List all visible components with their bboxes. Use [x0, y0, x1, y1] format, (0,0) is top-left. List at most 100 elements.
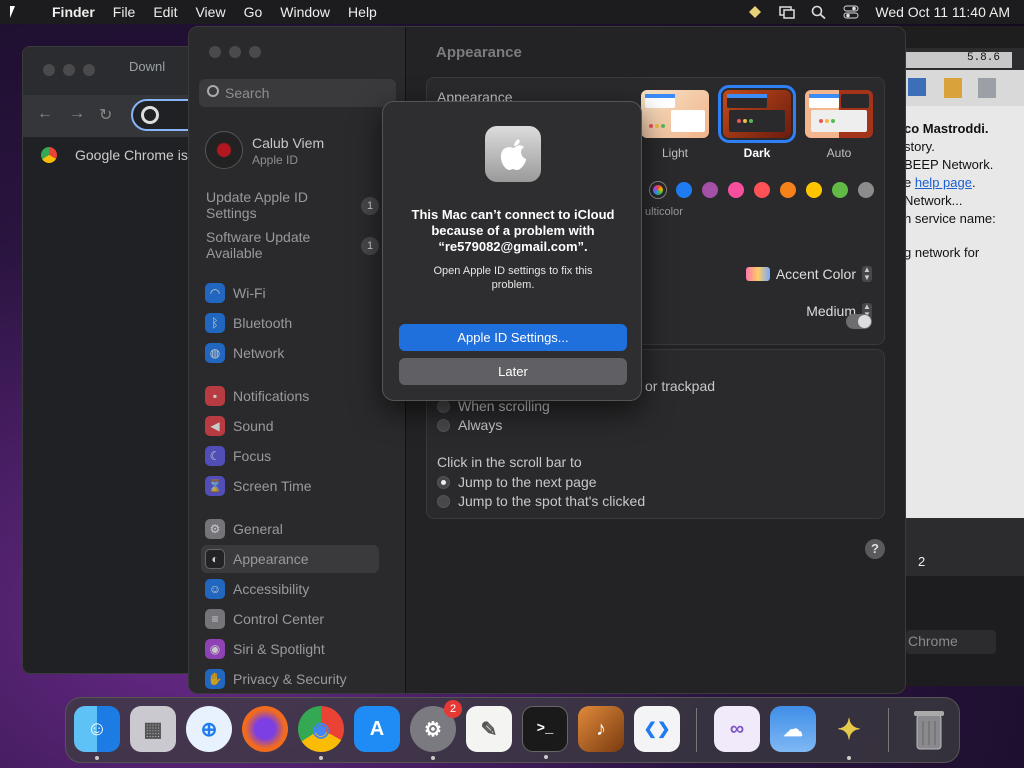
close-window-button[interactable]: [209, 46, 221, 58]
running-indicator: [847, 756, 851, 760]
minimize-window-button[interactable]: [229, 46, 241, 58]
back-arrow-icon[interactable]: ←: [37, 105, 53, 123]
launchpad-dock-icon[interactable]: ▦: [130, 706, 176, 752]
sidebar-item-wifi[interactable]: ◠ Wi-Fi: [201, 279, 379, 307]
help-button[interactable]: ?: [865, 539, 885, 559]
radio-button[interactable]: [437, 399, 450, 413]
sidebar-item-label: Control Center: [233, 611, 325, 627]
software-update-notice[interactable]: Software Update Available 1: [206, 229, 391, 261]
zoom-window-button[interactable]: [249, 46, 261, 58]
notice-label: Software Update Available: [206, 229, 311, 261]
menu-clock[interactable]: Wed Oct 11 11:40 AM: [875, 4, 1010, 20]
radio-button[interactable]: [437, 494, 450, 508]
chrome-dock-icon[interactable]: ◉: [298, 706, 344, 760]
sidebar-item-general[interactable]: ⚙ General: [201, 515, 379, 543]
trash-dock-icon[interactable]: [906, 706, 952, 752]
terminal-dock-icon[interactable]: >_: [522, 706, 568, 759]
sidebar-item-notifications[interactable]: ▪ Notifications: [201, 382, 379, 410]
menu-file[interactable]: File: [113, 4, 136, 20]
highlight-color-value: Accent Color: [775, 266, 856, 282]
radio-label: Always: [458, 417, 503, 433]
system-settings-dock-icon[interactable]: ⚙ 2: [410, 700, 462, 760]
accent-purple-swatch[interactable]: [702, 182, 718, 198]
accent-yellow-swatch[interactable]: [806, 182, 822, 198]
alert-title: This Mac can’t connect to iCloud because…: [411, 207, 615, 254]
running-indicator: [95, 756, 99, 760]
firefox-dock-icon[interactable]: ●: [242, 706, 288, 752]
vscode-dock-icon[interactable]: ❮❯: [634, 706, 680, 752]
reload-icon[interactable]: ↻: [99, 105, 112, 125]
minimize-window-button[interactable]: [63, 64, 75, 76]
menu-app-name[interactable]: Finder: [52, 4, 95, 20]
apple-id-settings-button[interactable]: Apple ID Settings...: [399, 324, 627, 351]
menu-window[interactable]: Window: [280, 4, 330, 20]
theme-light-option[interactable]: [641, 90, 709, 138]
highlight-color-popup[interactable]: Accent Color ▲ ▼: [745, 266, 872, 282]
app-store-dock-icon[interactable]: A: [354, 706, 400, 752]
sidebar-item-control-center[interactable]: ≡ Control Center: [201, 605, 379, 633]
alert-message: Open Apple ID settings to fix this probl…: [433, 265, 593, 291]
multicolor-label: ulticolor: [645, 206, 683, 218]
weather-dock-icon[interactable]: ☁: [770, 706, 816, 752]
search-icon: [207, 85, 219, 97]
radio-button[interactable]: [437, 418, 450, 432]
forward-arrow-icon[interactable]: →: [69, 105, 85, 123]
theme-auto-option[interactable]: [805, 90, 873, 138]
sidebar-item-privacy-security[interactable]: ✋ Privacy & Security: [201, 665, 379, 693]
garageband-dock-icon[interactable]: ♪: [578, 706, 624, 752]
sidebar-item-focus[interactable]: ☾ Focus: [201, 442, 379, 470]
cyberduck-dock-icon[interactable]: ✦: [826, 706, 872, 760]
background-app-window: 5.8.6 co Mastroddi. story. BEEP Network.…: [898, 26, 1024, 576]
profile-subtitle: Apple ID: [252, 153, 299, 167]
sidebar-item-screen-time[interactable]: ⌛ Screen Time: [201, 472, 379, 500]
apple-id-profile[interactable]: Calub Viem Apple ID: [205, 129, 395, 173]
theme-light-label: Light: [661, 146, 689, 160]
later-button[interactable]: Later: [399, 358, 627, 385]
theme-dark-option[interactable]: [718, 85, 796, 143]
chrome-logo-icon: [41, 147, 57, 163]
menu-help[interactable]: Help: [348, 4, 377, 20]
accent-green-swatch[interactable]: [832, 182, 848, 198]
spotlight-search-icon[interactable]: [811, 5, 827, 20]
theme-auto-label: Auto: [826, 146, 852, 160]
screen-mirroring-icon[interactable]: [779, 5, 796, 19]
radio-jump-next-page[interactable]: Jump to the next page: [437, 474, 597, 490]
shortcuts-icon[interactable]: [747, 5, 763, 19]
chrome-tab-title[interactable]: Downl: [129, 59, 165, 74]
menu-go[interactable]: Go: [244, 4, 263, 20]
sidebar-item-bluetooth[interactable]: ᛒ Bluetooth: [201, 309, 379, 337]
sidebar-item-network[interactable]: ◍ Network: [201, 339, 379, 367]
accent-graphite-swatch[interactable]: [858, 182, 874, 198]
update-apple-id-notice[interactable]: Update Apple ID Settings 1: [206, 189, 391, 221]
zoom-window-button[interactable]: [83, 64, 95, 76]
search-field[interactable]: [199, 79, 396, 107]
accent-blue-swatch[interactable]: [676, 182, 692, 198]
help-page-link[interactable]: help page: [915, 175, 972, 190]
accent-pink-swatch[interactable]: [728, 182, 744, 198]
visual-studio-dock-icon[interactable]: ∞: [714, 706, 760, 752]
content-line: g network for: [904, 245, 980, 260]
control-center-icon[interactable]: [843, 5, 859, 19]
menu-view[interactable]: View: [195, 4, 225, 20]
search-input[interactable]: [225, 83, 385, 103]
close-window-button[interactable]: [43, 64, 55, 76]
radio-jump-to-spot[interactable]: Jump to the spot that's clicked: [437, 493, 645, 509]
sidebar-item-appearance[interactable]: ◐ Appearance: [201, 545, 379, 573]
accent-red-swatch[interactable]: [754, 182, 770, 198]
accent-multicolor-swatch[interactable]: [650, 182, 666, 198]
sidebar-item-accessibility[interactable]: ☺ Accessibility: [201, 575, 379, 603]
toolbar-icons[interactable]: [898, 70, 1024, 106]
appearance-icon: ◐: [205, 549, 225, 569]
radio-always[interactable]: Always: [437, 417, 502, 433]
theme-dark-label: Dark: [743, 146, 771, 160]
accent-orange-swatch[interactable]: [780, 182, 796, 198]
safari-dock-icon[interactable]: ⊕: [186, 706, 232, 752]
menu-edit[interactable]: Edit: [153, 4, 177, 20]
radio-button[interactable]: [437, 475, 450, 489]
sidebar-item-sound[interactable]: ◀ Sound: [201, 412, 379, 440]
finder-dock-icon[interactable]: ☺: [74, 706, 120, 760]
wallpaper-tinting-toggle[interactable]: [846, 314, 872, 329]
sidebar-item-siri-spotlight[interactable]: ◉ Siri & Spotlight: [201, 635, 379, 663]
textedit-dock-icon[interactable]: ✎: [466, 706, 512, 752]
address-bar[interactable]: [131, 99, 193, 131]
